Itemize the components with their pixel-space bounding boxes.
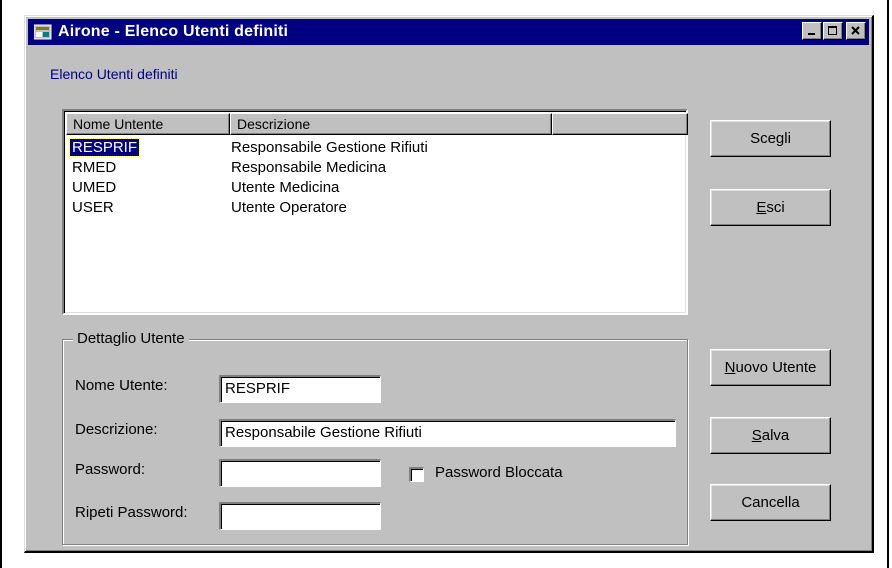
cancella-button-label: Cancella (741, 494, 800, 511)
scegli-button-label: Scegli (750, 130, 791, 147)
nuovo-utente-button-label: Nuovo Utente (724, 359, 817, 376)
list-item-description: Responsabile Gestione Rifiuti (231, 139, 428, 156)
close-button[interactable] (846, 22, 866, 40)
group-legend: Dettaglio Utente (73, 330, 189, 347)
name-field[interactable]: RESPRIF (219, 375, 381, 403)
minimize-button[interactable] (802, 22, 822, 40)
column-header-nome-utente[interactable]: Nome Untente (66, 113, 230, 135)
list-item-name: USER (72, 199, 114, 216)
app-icon (34, 24, 52, 40)
repeat-password-label: Ripeti Password: (75, 504, 188, 521)
list-item[interactable]: UMED Utente Medicina (70, 178, 551, 198)
repeat-password-field[interactable] (219, 502, 381, 530)
list-rows: RESPRIF Responsabile Gestione Rifiuti RM… (68, 138, 551, 218)
nuovo-utente-button[interactable]: Nuovo Utente (710, 349, 831, 386)
list-item-description: Utente Medicina (231, 179, 340, 196)
minimize-icon (808, 33, 815, 35)
list-item-name: RMED (72, 159, 117, 176)
left-border-line (0, 0, 2, 568)
right-border-line (887, 0, 889, 568)
list-item[interactable]: USER Utente Operatore (70, 198, 551, 218)
maximize-icon (828, 26, 837, 35)
section-heading: Elenco Utenti definiti (50, 66, 178, 82)
esci-button-label: Esci (756, 199, 785, 216)
description-field[interactable]: Responsabile Gestione Rifiuti (219, 419, 676, 447)
scegli-button[interactable]: Scegli (710, 120, 831, 157)
salva-button-label: Salva (751, 427, 790, 444)
column-header-empty[interactable] (552, 113, 688, 135)
password-field[interactable] (219, 459, 381, 487)
title-bar[interactable]: Airone - Elenco Utenti definiti (28, 19, 869, 45)
window-title: Airone - Elenco Utenti definiti (58, 23, 289, 40)
list-item-name: UMED (72, 179, 117, 196)
list-item[interactable]: RESPRIF Responsabile Gestione Rifiuti (68, 138, 551, 158)
salva-button[interactable]: Salva (710, 417, 831, 454)
column-header-descrizione[interactable]: Descrizione (230, 113, 552, 135)
esci-button[interactable]: Esci (710, 189, 831, 226)
password-locked-label[interactable]: Password Bloccata (435, 464, 563, 481)
list-header: Nome Untente Descrizione (66, 113, 688, 135)
name-label: Nome Utente: (75, 377, 168, 394)
user-detail-group: Dettaglio Utente Nome Utente: RESPRIF De… (62, 330, 688, 545)
list-item-description: Utente Operatore (231, 199, 347, 216)
dialog-window: Airone - Elenco Utenti definiti Elenco U… (24, 15, 874, 553)
close-icon (851, 26, 860, 35)
list-item-description: Responsabile Medicina (231, 159, 387, 176)
description-label: Descrizione: (75, 421, 158, 438)
list-item[interactable]: RMED Responsabile Medicina (70, 158, 551, 178)
list-item-name: RESPRIF (68, 138, 141, 157)
users-list[interactable]: Nome Untente Descrizione RESPRIF Respons… (62, 109, 688, 315)
maximize-button[interactable] (823, 22, 843, 40)
password-locked-checkbox[interactable] (409, 467, 424, 482)
cancella-button[interactable]: Cancella (710, 484, 831, 521)
password-label: Password: (75, 461, 146, 478)
